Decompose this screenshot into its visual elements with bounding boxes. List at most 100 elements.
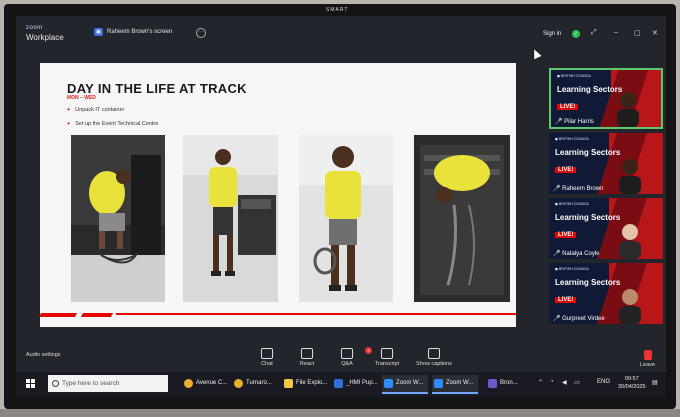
tile-title: Learning Sectors bbox=[555, 278, 621, 287]
sign-in-button[interactable]: Sign in bbox=[543, 31, 561, 37]
transcript-button[interactable]: Transcript bbox=[370, 348, 404, 367]
photo-unpacking bbox=[71, 135, 165, 302]
security-shield-icon[interactable]: ✓ bbox=[572, 30, 580, 38]
share-screen-icon: ▣ bbox=[94, 28, 103, 36]
leave-label: Leave bbox=[640, 362, 655, 368]
participant-tile[interactable]: ◼ BRITISH COUNCIL Learning Sectors LIVE!… bbox=[549, 68, 663, 129]
participant-tile[interactable]: ◼ BRITISH COUNCIL Learning Sectors LIVE!… bbox=[549, 263, 663, 324]
taskbar-app[interactable]: Bron... bbox=[486, 375, 526, 392]
participant-name: 🎤 Pilar Harris bbox=[555, 119, 594, 125]
org-logo: ◼ BRITISH COUNCIL bbox=[555, 267, 590, 271]
qa-button[interactable]: Q&A bbox=[330, 348, 364, 367]
participant-tile[interactable]: ◼ BRITISH COUNCIL Learning Sectors LIVE!… bbox=[549, 133, 663, 194]
close-icon[interactable]: ✕ bbox=[652, 29, 658, 37]
participant-tile[interactable]: ◼ BRITISH COUNCIL Learning Sectors LIVE!… bbox=[549, 198, 663, 259]
transcript-icon bbox=[381, 348, 393, 359]
org-logo: ◼ BRITISH COUNCIL bbox=[555, 137, 590, 141]
participant-name: 🎤 Gurpreet Virdee bbox=[553, 316, 605, 322]
org-logo: ◼ BRITISH COUNCIL bbox=[557, 74, 592, 78]
leave-icon bbox=[643, 350, 652, 360]
qa-icon bbox=[341, 348, 353, 359]
taskbar-app-label: File Explo... bbox=[296, 380, 328, 386]
taskbar-app[interactable]: Turnaro... bbox=[232, 375, 278, 392]
slide-red-stripe bbox=[38, 313, 516, 321]
taskbar-app[interactable]: Zoom W... bbox=[382, 375, 428, 394]
taskbar-app-label: Zoom W... bbox=[446, 380, 474, 386]
search-placeholder: Type here to search bbox=[62, 380, 120, 387]
slide-bullet-text: Set up the Event Technical Centre bbox=[75, 121, 159, 127]
taskbar-clock[interactable]: 09:57 30/04/2025 bbox=[618, 375, 646, 391]
minimize-icon[interactable]: – bbox=[614, 29, 618, 36]
taskbar-app-label: _HMI Pup... bbox=[346, 380, 378, 386]
taskbar-app-label: Turnaro... bbox=[246, 380, 272, 386]
windows-taskbar: Type here to search Avenue C... Turnaro.… bbox=[16, 372, 666, 397]
captions-label: Show captions bbox=[416, 361, 452, 367]
live-badge: LIVE! bbox=[555, 232, 577, 238]
language-indicator[interactable]: ENG bbox=[597, 379, 610, 385]
zoom-window: zoom Workplace ▣ Raheem Brown's screen ⋯… bbox=[16, 16, 666, 397]
chrome-icon bbox=[234, 379, 243, 388]
monitor-stand-edge bbox=[0, 409, 680, 417]
heart-icon bbox=[301, 348, 313, 359]
participant-video bbox=[619, 159, 641, 194]
clock-time: 09:57 bbox=[624, 376, 639, 382]
zoom-icon bbox=[434, 379, 443, 388]
search-icon bbox=[52, 380, 59, 387]
taskbar-app-label: Zoom W... bbox=[396, 380, 424, 386]
participant-name: 🎤 Natalya Coyle bbox=[553, 251, 600, 257]
slide-bullet-text: Unpack IT container bbox=[75, 107, 125, 113]
notification-icon[interactable]: ▤ bbox=[652, 379, 658, 386]
taskbar-app[interactable]: File Explo... bbox=[282, 375, 328, 392]
tile-title: Learning Sectors bbox=[555, 213, 621, 222]
chat-icon bbox=[261, 348, 273, 359]
chat-label: Chat bbox=[261, 361, 273, 367]
taskbar-app-label: Avenue C... bbox=[196, 380, 228, 386]
app-icon bbox=[488, 379, 497, 388]
maximize-icon[interactable]: ▢ bbox=[634, 29, 641, 37]
live-badge: LIVE! bbox=[555, 167, 577, 173]
windows-start-icon[interactable] bbox=[26, 379, 35, 388]
participant-video bbox=[617, 92, 639, 127]
zoom-icon bbox=[384, 379, 393, 388]
title-bar: zoom Workplace ▣ Raheem Brown's screen ⋯… bbox=[16, 16, 666, 50]
qa-label: Q&A bbox=[341, 361, 353, 367]
taskbar-app[interactable]: _HMI Pup... bbox=[332, 375, 378, 392]
slide-title: DAY IN THE LIFE AT TRACK bbox=[67, 81, 247, 96]
clock-date: 30/04/2025 bbox=[618, 384, 646, 390]
more-options-icon[interactable]: ⋯ bbox=[196, 28, 206, 38]
taskbar-app-label: Bron... bbox=[500, 380, 518, 386]
app-icon bbox=[334, 379, 343, 388]
leave-button[interactable]: Leave bbox=[640, 350, 655, 368]
taskbar-search-input[interactable]: Type here to search bbox=[48, 375, 168, 392]
chat-button[interactable]: Chat bbox=[250, 348, 284, 367]
slide-bullet: + Set up the Event Technical Centre bbox=[67, 121, 159, 127]
participant-name-text: Pilar Harris bbox=[564, 119, 594, 125]
taskbar-app[interactable]: Zoom W... bbox=[432, 375, 478, 394]
network-icon[interactable]: ⌃ bbox=[538, 379, 543, 386]
wifi-icon[interactable]: ◔ bbox=[550, 379, 554, 385]
captions-button[interactable]: Show captions bbox=[414, 348, 454, 367]
participant-video bbox=[619, 224, 641, 259]
taskbar-app[interactable]: Avenue C... bbox=[182, 375, 228, 392]
react-button[interactable]: React bbox=[290, 348, 324, 367]
share-label: Raheem Brown's screen bbox=[107, 29, 173, 35]
volume-icon[interactable]: ◀ bbox=[562, 379, 567, 386]
battery-icon[interactable]: ▭ bbox=[574, 379, 580, 386]
expand-icon[interactable]: ⤢ bbox=[591, 29, 597, 37]
tile-title: Learning Sectors bbox=[555, 148, 621, 157]
live-badge: LIVE! bbox=[557, 104, 579, 110]
shared-slide: DAY IN THE LIFE AT TRACK MON – WED + Unpa… bbox=[38, 63, 516, 327]
screen-share-indicator[interactable]: ▣ Raheem Brown's screen bbox=[94, 26, 172, 38]
participant-name-text: Natalya Coyle bbox=[562, 251, 600, 257]
logo-line-2: Workplace bbox=[26, 33, 64, 42]
photo-setup-cables bbox=[183, 135, 278, 302]
logo-line-1: zoom bbox=[26, 25, 43, 31]
participant-video bbox=[619, 289, 641, 324]
react-label: React bbox=[299, 361, 315, 367]
live-badge: LIVE! bbox=[555, 297, 577, 303]
participant-name: 🎤 Raheem Brown bbox=[553, 186, 604, 192]
slide-bullet: + Unpack IT container bbox=[67, 107, 125, 113]
tile-title: Learning Sectors bbox=[557, 85, 623, 94]
monitor-brand: SMART bbox=[326, 7, 349, 13]
qa-count-badge: 3 bbox=[365, 347, 372, 354]
